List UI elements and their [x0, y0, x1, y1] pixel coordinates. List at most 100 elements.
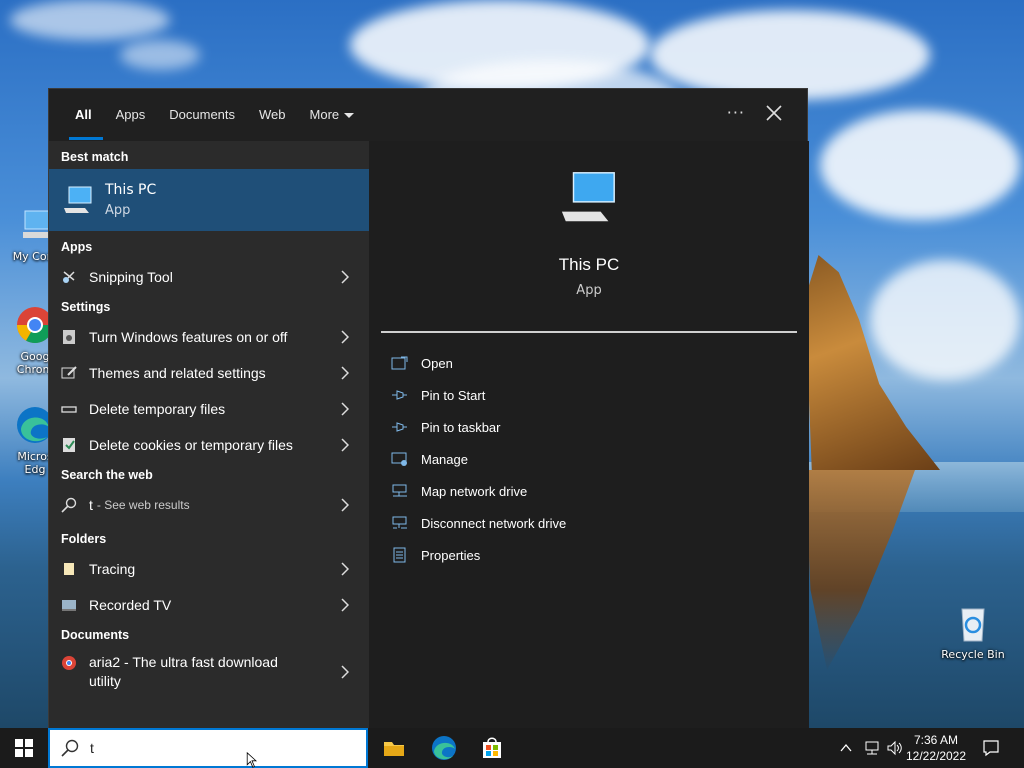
results-list: Best match This PC App Apps Snipping Too…	[49, 141, 369, 729]
search-tabs-bar: All Apps Documents Web More ···	[49, 89, 807, 141]
best-match-title: This PC	[105, 182, 157, 198]
result-folder-recorded-tv[interactable]: Recorded TV	[49, 587, 369, 623]
this-pc-icon	[64, 186, 92, 213]
more-options-button[interactable]: ···	[727, 103, 745, 122]
tab-more-label: More	[309, 107, 340, 122]
tab-documents[interactable]: Documents	[157, 89, 247, 141]
chevron-right-icon[interactable]	[341, 498, 349, 512]
chevron-up-icon[interactable]	[840, 742, 852, 754]
chevron-right-icon[interactable]	[341, 665, 349, 679]
action-label: Pin to Start	[421, 387, 486, 403]
volume-icon[interactable]	[886, 740, 904, 756]
disconnect-drive-icon	[392, 516, 407, 529]
result-label: aria2 - The ultra fast download utility	[89, 654, 278, 689]
action-label: Disconnect network drive	[421, 515, 567, 531]
tab-all[interactable]: All	[63, 89, 104, 141]
best-match-item[interactable]: This PC App	[49, 169, 369, 231]
search-panel: All Apps Documents Web More ··· Best mat…	[48, 88, 809, 729]
notifications-icon[interactable]	[982, 739, 1000, 757]
clock-time: 7:36 AM	[913, 733, 959, 747]
section-settings: Settings	[61, 300, 111, 314]
search-input[interactable]	[90, 740, 330, 756]
result-document-aria2[interactable]: aria2 - The ultra fast download utility	[49, 647, 369, 691]
action-pin-to-taskbar[interactable]: Pin to taskbar	[369, 411, 809, 443]
result-label: Themes and related settings	[89, 365, 266, 381]
action-open[interactable]: Open	[369, 347, 809, 379]
pin-icon	[392, 422, 407, 432]
chrome-doc-icon	[62, 656, 76, 670]
section-search-web: Search the web	[61, 468, 153, 482]
chevron-right-icon[interactable]	[341, 270, 349, 284]
taskbar-search-box[interactable]	[48, 728, 368, 768]
result-delete-cookies[interactable]: Delete cookies or temporary files	[49, 427, 369, 463]
tv-folder-icon	[62, 600, 76, 611]
detail-subtitle: App	[576, 283, 602, 298]
action-map-network-drive[interactable]: Map network drive	[369, 475, 809, 507]
tab-web[interactable]: Web	[247, 89, 298, 141]
shield-icon	[63, 438, 75, 452]
result-themes[interactable]: Themes and related settings	[49, 355, 369, 391]
detail-actions: Open Pin to Start Pin to taskbar Manage …	[369, 347, 809, 571]
detail-pane: This PC App Open Pin to Start Pin to tas…	[369, 141, 809, 729]
result-windows-features[interactable]: Turn Windows features on or off	[49, 319, 369, 355]
store-icon[interactable]	[476, 732, 508, 764]
pin-icon	[392, 390, 407, 400]
properties-icon	[393, 547, 406, 563]
action-manage[interactable]: Manage	[369, 443, 809, 475]
result-label: Recorded TV	[89, 597, 172, 613]
desktop-icon-recycle-bin[interactable]: Recycle Bin	[938, 603, 1008, 661]
tab-apps[interactable]: Apps	[104, 89, 158, 141]
chevron-right-icon[interactable]	[341, 402, 349, 416]
themes-icon	[61, 366, 77, 379]
detail-header: This PC App	[369, 141, 809, 321]
section-folders: Folders	[61, 532, 107, 546]
chevron-right-icon[interactable]	[341, 330, 349, 344]
chevron-down-icon	[344, 113, 355, 119]
result-label: Delete temporary files	[89, 401, 226, 417]
action-properties[interactable]: Properties	[369, 539, 809, 571]
edge-icon[interactable]	[428, 732, 460, 764]
action-label: Properties	[421, 547, 481, 563]
result-folder-tracing[interactable]: Tracing	[49, 551, 369, 587]
start-button[interactable]	[0, 728, 48, 768]
section-apps: Apps	[61, 240, 93, 254]
close-icon[interactable]	[763, 102, 785, 124]
search-icon	[61, 497, 77, 513]
result-snipping-tool[interactable]: Snipping Tool	[49, 259, 369, 295]
network-icon[interactable]	[863, 740, 881, 756]
network-drive-icon	[392, 484, 407, 497]
drive-icon	[61, 406, 77, 413]
this-pc-large-icon	[561, 172, 615, 222]
result-web-search[interactable]: t - See web results	[49, 487, 369, 523]
result-delete-temp-files[interactable]: Delete temporary files	[49, 391, 369, 427]
action-label: Pin to taskbar	[421, 419, 501, 435]
action-disconnect-network-drive[interactable]: Disconnect network drive	[369, 507, 809, 539]
search-icon	[61, 739, 79, 757]
windows-logo-icon	[15, 739, 33, 757]
result-label: Snipping Tool	[89, 269, 173, 285]
scissors-icon	[63, 271, 75, 283]
action-label: Manage	[421, 451, 468, 467]
divider	[381, 331, 797, 333]
action-label: Open	[421, 355, 453, 371]
taskbar: 7:36 AM 12/22/2022	[0, 728, 1024, 768]
recycle-bin-icon	[961, 608, 985, 642]
cloud	[870, 260, 1020, 380]
clock[interactable]: 7:36 AM 12/22/2022	[904, 732, 968, 764]
chevron-right-icon[interactable]	[341, 366, 349, 380]
cloud	[120, 40, 200, 70]
file-explorer-icon[interactable]	[378, 732, 410, 764]
best-match-subtitle: App	[105, 203, 131, 218]
chevron-right-icon[interactable]	[341, 438, 349, 452]
cloud	[10, 0, 170, 40]
tab-more[interactable]: More	[298, 89, 367, 141]
section-best-match: Best match	[61, 150, 129, 164]
action-pin-to-start[interactable]: Pin to Start	[369, 379, 809, 411]
cloud	[820, 110, 1020, 220]
manage-icon	[391, 452, 407, 466]
clock-date: 12/22/2022	[905, 749, 967, 763]
result-label: Tracing	[89, 561, 136, 577]
chevron-right-icon[interactable]	[341, 598, 349, 612]
web-query: t	[89, 497, 93, 513]
chevron-right-icon[interactable]	[341, 562, 349, 576]
